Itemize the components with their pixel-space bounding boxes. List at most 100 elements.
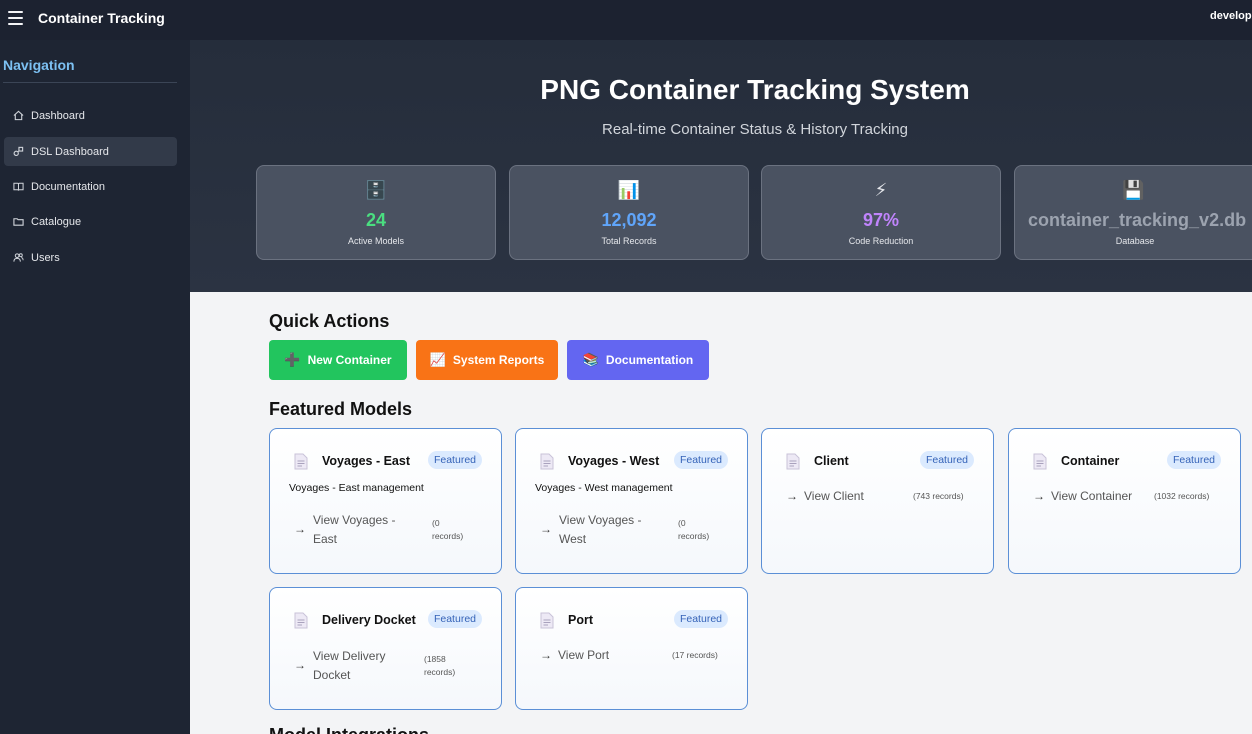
featured-models-title: Featured Models bbox=[269, 399, 413, 419]
record-count: (0 records) bbox=[678, 518, 710, 541]
card-title: Delivery Docket bbox=[322, 613, 416, 627]
record-count: (17 records) bbox=[672, 650, 718, 660]
button-label: New Container bbox=[307, 353, 392, 367]
page-title: PNG Container Tracking System bbox=[540, 74, 970, 105]
arrow-right-icon: → bbox=[294, 522, 306, 536]
card-description: Voyages - West management bbox=[535, 482, 673, 494]
document-icon bbox=[540, 612, 554, 629]
model-card-client[interactable]: Client Featured → View Client (743 record… bbox=[761, 428, 994, 574]
menu-icon[interactable] bbox=[8, 11, 23, 25]
featured-badge: Featured bbox=[673, 610, 728, 628]
stacked-books-icon: 🗄️ bbox=[364, 180, 388, 200]
arrow-right-icon: → bbox=[786, 489, 798, 503]
sidebar: Navigation Dashboard DSL Dashboard Docum… bbox=[0, 40, 190, 734]
stat-label: Database bbox=[1115, 236, 1155, 246]
view-delivery-docket-link[interactable]: → View Delivery Docket bbox=[294, 647, 385, 685]
documentation-button[interactable]: 📚 Documentation bbox=[567, 340, 709, 380]
page-subtitle: Real-time Container Status & History Tra… bbox=[602, 121, 908, 138]
stat-value: container_tracking_v2.db bbox=[1028, 210, 1247, 230]
button-label: System Reports bbox=[452, 353, 545, 367]
model-card-voyages-west[interactable]: Voyages - West Featured Voyages - West m… bbox=[515, 428, 748, 574]
record-count: (1032 records) bbox=[1154, 491, 1210, 501]
card-title: Voyages - East bbox=[322, 454, 411, 468]
stat-label: Active Models bbox=[347, 236, 405, 246]
lightning-icon: ⚡ bbox=[874, 180, 888, 200]
model-integrations-title: Model Integrations bbox=[269, 725, 429, 734]
arrow-right-icon: → bbox=[294, 658, 306, 672]
arrow-right-icon: → bbox=[540, 648, 552, 662]
link-text: View Voyages - bbox=[559, 513, 642, 527]
stat-card-active-models: 🗄️ 24 Active Models bbox=[256, 165, 496, 260]
sidebar-item-dashboard[interactable]: Dashboard bbox=[4, 101, 177, 130]
link-text: View Voyages - bbox=[313, 513, 396, 527]
sidebar-divider bbox=[3, 82, 177, 83]
card-title: Voyages - West bbox=[568, 454, 660, 468]
link-text: View Delivery bbox=[313, 649, 386, 663]
record-count: (743 records) bbox=[913, 491, 964, 501]
bar-chart-icon: 📊 bbox=[617, 180, 641, 200]
model-card-delivery-docket[interactable]: Delivery Docket Featured → View Delivery… bbox=[269, 587, 502, 710]
link-text: East bbox=[313, 532, 338, 546]
sidebar-item-documentation[interactable]: Documentation bbox=[4, 172, 177, 201]
featured-badge: Featured bbox=[919, 451, 974, 469]
record-count: (1858 records) bbox=[424, 654, 456, 677]
sidebar-item-label: Documentation bbox=[31, 180, 105, 193]
document-icon bbox=[540, 453, 554, 470]
card-title: Client bbox=[814, 454, 849, 468]
stat-value: 97% bbox=[862, 210, 900, 230]
model-card-container[interactable]: Container Featured → View Container (1032… bbox=[1008, 428, 1241, 574]
view-voyages-east-link[interactable]: → View Voyages - East bbox=[294, 511, 396, 549]
featured-badge: Featured bbox=[427, 451, 482, 469]
sidebar-item-catalogue[interactable]: Catalogue bbox=[4, 207, 177, 236]
sidebar-item-users[interactable]: Users bbox=[4, 243, 177, 272]
view-container-link[interactable]: → View Container bbox=[1033, 487, 1132, 506]
button-label: Documentation bbox=[605, 353, 694, 367]
sidebar-item-label: DSL Dashboard bbox=[31, 145, 109, 158]
document-icon bbox=[1033, 453, 1047, 470]
document-icon bbox=[294, 612, 308, 629]
home-icon bbox=[12, 110, 24, 122]
user-menu[interactable]: developer bbox=[1210, 10, 1252, 22]
app-title: Container Tracking bbox=[38, 10, 165, 26]
folder-icon bbox=[12, 216, 24, 228]
stat-value: 12,092 bbox=[601, 210, 657, 230]
card-title: Port bbox=[568, 613, 593, 627]
arrow-right-icon: → bbox=[1033, 489, 1045, 503]
system-reports-button[interactable]: 📈 System Reports bbox=[416, 340, 558, 380]
link-text: View Client bbox=[804, 489, 864, 503]
stat-card-database: 💾 container_tracking_v2.db Database bbox=[1014, 165, 1252, 260]
books-icon: 📚 bbox=[582, 352, 599, 367]
record-count: (0 records) bbox=[432, 518, 464, 541]
sidebar-item-label: Catalogue bbox=[31, 215, 82, 228]
stat-label: Code Reduction bbox=[848, 236, 914, 246]
card-title: Container bbox=[1061, 454, 1120, 468]
featured-badge: Featured bbox=[673, 451, 728, 469]
new-container-button[interactable]: ➕ New Container bbox=[269, 340, 407, 380]
document-icon bbox=[294, 453, 308, 470]
model-card-port[interactable]: Port Featured → View Port (17 records) bbox=[515, 587, 748, 710]
view-voyages-west-link[interactable]: → View Voyages - West bbox=[540, 511, 642, 549]
dsl-icon bbox=[12, 146, 24, 158]
quick-actions-title: Quick Actions bbox=[269, 311, 390, 331]
view-client-link[interactable]: → View Client bbox=[786, 487, 864, 506]
arrow-right-icon: → bbox=[540, 522, 552, 536]
link-text: West bbox=[559, 532, 587, 546]
stat-label: Total Records bbox=[601, 236, 657, 246]
sidebar-item-dsl-dashboard[interactable]: DSL Dashboard bbox=[4, 137, 177, 166]
link-text: View Container bbox=[1051, 489, 1133, 503]
featured-badge: Featured bbox=[427, 610, 482, 628]
sidebar-item-label: Users bbox=[31, 251, 60, 264]
view-port-link[interactable]: → View Port bbox=[540, 646, 609, 665]
hero-banner: PNG Container Tracking System Real-time … bbox=[190, 40, 1252, 292]
sidebar-heading: Navigation bbox=[3, 57, 75, 73]
floppy-disk-icon: 💾 bbox=[1122, 180, 1145, 200]
book-icon bbox=[12, 181, 24, 193]
link-text: View Port bbox=[558, 648, 610, 662]
featured-badge: Featured bbox=[1166, 451, 1221, 469]
stat-card-total-records: 📊 12,092 Total Records bbox=[509, 165, 749, 260]
plus-icon: ➕ bbox=[284, 352, 301, 367]
model-card-voyages-east[interactable]: Voyages - East Featured Voyages - East m… bbox=[269, 428, 502, 574]
chart-up-icon: 📈 bbox=[429, 352, 446, 367]
stat-card-code-reduction: ⚡ 97% Code Reduction bbox=[761, 165, 1001, 260]
sidebar-item-label: Dashboard bbox=[31, 109, 85, 122]
